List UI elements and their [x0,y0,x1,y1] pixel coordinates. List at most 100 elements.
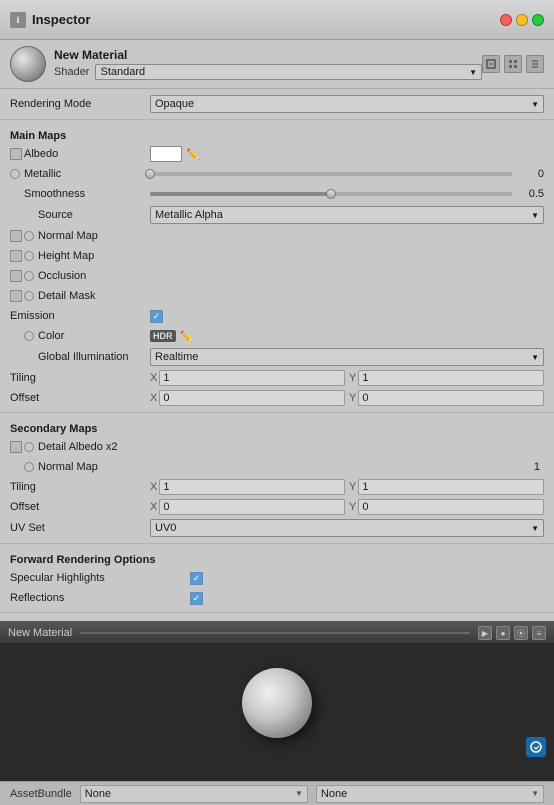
inspector-icon: i [10,12,26,28]
main-offset-y-letter: Y [349,392,356,404]
shader-dropdown-arrow: ▼ [469,68,477,77]
secondary-tiling-y-letter: Y [349,481,356,493]
emission-control [150,310,544,323]
uvset-dropdown[interactable]: UV0 ▼ [150,519,544,537]
secondary-normal-map-value: 1 [534,461,540,473]
secondary-offset-y-input[interactable] [358,499,544,515]
color-label: Color [38,330,64,342]
assetbundle-dropdown-1[interactable]: None ▼ [80,785,308,803]
window-title: Inspector [32,12,91,27]
specular-label: Specular Highlights [10,572,105,584]
albedo-label-area: Albedo [10,148,150,160]
secondary-normal-map-row: Normal Map 1 [0,457,554,477]
main-tiling-x-input[interactable] [159,370,345,386]
specular-checkbox[interactable] [190,572,203,585]
reflections-label: Reflections [10,592,64,604]
shader-label: Shader [54,66,89,78]
main-offset-x-letter: X [150,392,157,404]
rendering-mode-label: Rendering Mode [10,98,150,110]
color-pencil-icon[interactable]: ✏️ [180,330,194,343]
specular-row: Specular Highlights [0,568,554,588]
color-circle-icon [24,331,34,341]
detail-mask-checkbox[interactable] [10,290,22,302]
source-label: Source [38,209,73,221]
smoothness-slider-thumb[interactable] [326,189,336,199]
occlusion-checkbox[interactable] [10,270,22,282]
gi-dropdown-arrow: ▼ [531,353,539,362]
occlusion-label: Occlusion [38,270,544,282]
preview-menu-button[interactable]: ≡ [532,626,546,640]
detail-albedo-checkbox[interactable] [10,441,22,453]
detail-albedo-row: Detail Albedo x2 [0,437,554,457]
main-tiling-x-letter: X [150,372,157,384]
preview-corner-icon[interactable] [526,737,546,757]
metallic-circle-icon [10,169,20,179]
preview-titlebar: New Material ▶ ● ⦿ ≡ [0,623,554,643]
rendering-mode-arrow: ▼ [531,100,539,109]
secondary-tiling-x-letter: X [150,481,157,493]
shader-row: Shader Standard ▼ [54,64,482,80]
minimize-button[interactable] [516,14,528,26]
metallic-value: 0 [516,168,544,180]
material-icon-btn-2[interactable] [504,55,522,73]
preview-dot-button[interactable]: ● [496,626,510,640]
gi-label-area: Global Illumination [10,351,150,363]
assetbundle-arrow-1: ▼ [295,789,303,798]
normal-map-label: Normal Map [38,230,544,242]
normal-map-row: Normal Map [0,226,554,246]
secondary-tiling-row: Tiling X Y [0,477,554,497]
secondary-normal-map-circle-icon [24,462,34,472]
smoothness-slider-fill [150,192,331,196]
reflections-checkbox[interactable] [190,592,203,605]
rendering-mode-dropdown[interactable]: Opaque ▼ [150,95,544,113]
metallic-slider-track[interactable] [150,172,512,176]
main-tiling-y-input[interactable] [358,370,544,386]
albedo-control: ✏️ [150,146,544,162]
albedo-pencil-icon[interactable]: ✏️ [186,148,200,161]
preview-dots-button[interactable]: ⦿ [514,626,528,640]
secondary-offset-y-letter: Y [349,501,356,513]
emission-checkbox[interactable] [150,310,163,323]
preview-play-button[interactable]: ▶ [478,626,492,640]
albedo-checkbox[interactable] [10,148,22,160]
smoothness-slider-container: 0.5 [150,188,544,200]
assetbundle-bar: AssetBundle None ▼ None ▼ [0,781,554,805]
secondary-tiling-label: Tiling [10,481,150,493]
main-offset-y-input[interactable] [358,390,544,406]
main-offset-x-input[interactable] [159,390,345,406]
secondary-tiling-y-input[interactable] [358,479,544,495]
specular-control [190,572,203,585]
normal-map-checkbox[interactable] [10,230,22,242]
smoothness-value: 0.5 [516,188,544,200]
material-icon-btn-3[interactable] [526,55,544,73]
emission-row: Emission [0,306,554,326]
assetbundle-dropdown-2[interactable]: None ▼ [316,785,544,803]
secondary-tiling-x-input[interactable] [159,479,345,495]
inspector-content: Rendering Mode Opaque ▼ Main Maps Albedo… [0,89,554,621]
detail-albedo-label: Detail Albedo x2 [38,441,544,453]
occlusion-row: Occlusion [0,266,554,286]
source-dropdown[interactable]: Metallic Alpha ▼ [150,206,544,224]
height-map-row: Height Map [0,246,554,266]
secondary-tiling-group: X Y [150,479,544,495]
close-button[interactable] [500,14,512,26]
smoothness-slider-track[interactable] [150,192,512,196]
secondary-tiling-x-field: X [150,479,345,495]
secondary-maps-header: Secondary Maps [0,417,554,437]
metallic-slider-thumb[interactable] [145,169,155,179]
preview-content [0,643,554,763]
maximize-button[interactable] [532,14,544,26]
gi-dropdown[interactable]: Realtime ▼ [150,348,544,366]
height-map-checkbox[interactable] [10,250,22,262]
assetbundle-label: AssetBundle [10,788,72,800]
forward-rendering-header: Forward Rendering Options [0,548,554,568]
metallic-row: Metallic 0 [0,164,554,184]
secondary-offset-x-input[interactable] [159,499,345,515]
emission-label-area: Emission [10,310,150,322]
albedo-color-swatch[interactable] [150,146,182,162]
assetbundle-value-1: None [85,788,111,800]
shader-dropdown[interactable]: Standard ▼ [95,64,482,80]
material-icon-btn-1[interactable] [482,55,500,73]
material-name: New Material [54,48,482,62]
smoothness-row: Smoothness 0.5 [0,184,554,204]
